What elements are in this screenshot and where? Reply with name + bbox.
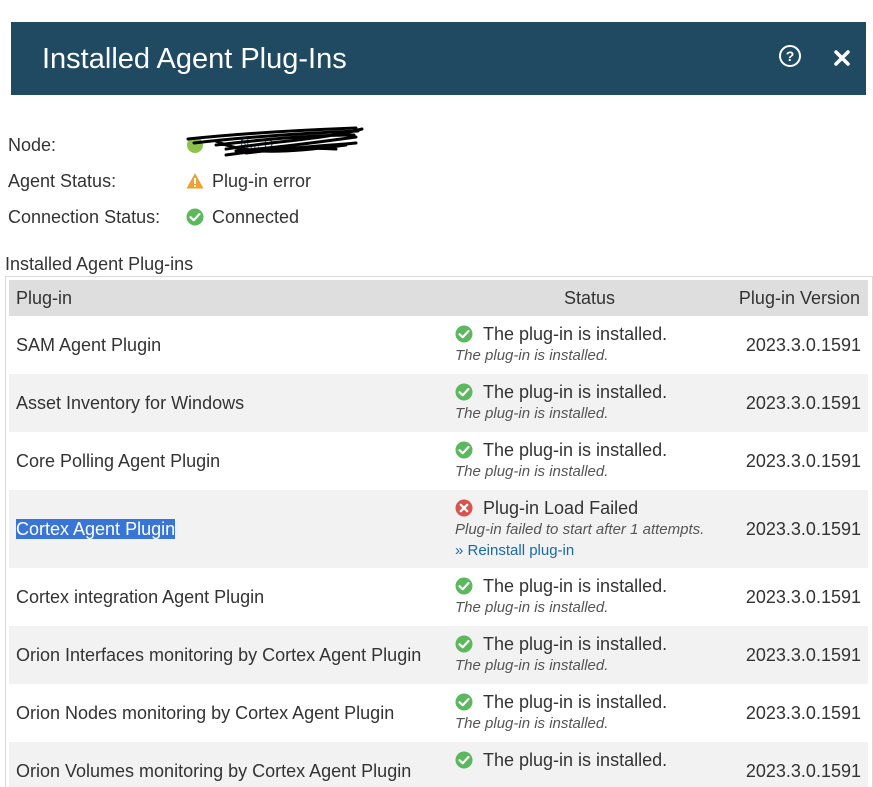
table-row[interactable]: Cortex Agent Plugin Plug-in Load Failed … [9,490,868,568]
plugin-version: 2023.3.0.1591 [745,645,861,665]
agent-status-text: Plug-in error [212,171,312,191]
check-circle-icon [455,751,473,769]
reinstall-plugin-link[interactable]: » Reinstall plug-in [455,540,704,562]
status-text: Plug-in Load Failed [483,497,639,518]
dialog-titlebar: Installed Agent Plug-Ins ? [11,22,866,95]
column-header-plugin[interactable]: Plug-in [16,280,72,316]
table-row[interactable]: SAM Agent Plugin The plug-in is installe… [9,316,868,374]
plugin-name: Orion Volumes monitoring by Cortex Agent… [16,761,412,781]
plugin-version: 2023.3.0.1591 [745,587,861,607]
dialog-title: Installed Agent Plug-Ins [42,43,347,75]
section-title: Installed Agent Plug-ins [5,254,194,274]
status-detail: The plug-in is installed. [455,599,609,616]
plugin-status: The plug-in is installed. The plug-in is… [455,380,667,424]
table-row[interactable]: Orion Nodes monitoring by Cortex Agent P… [9,684,868,742]
status-text: The plug-in is installed. [483,749,668,770]
status-text: The plug-in is installed. [483,439,668,460]
table-row[interactable]: Asset Inventory for Windows The plug-in … [9,374,868,432]
status-detail: The plug-in is installed. [455,463,609,480]
table-row[interactable]: Orion Interfaces monitoring by Cortex Ag… [9,626,868,684]
table-row[interactable]: Core Polling Agent Plugin The plug-in is… [9,432,868,490]
column-header-status[interactable]: Status [564,280,615,316]
plugin-status: The plug-in is installed. The plug-in is… [455,632,667,676]
plugins-grid: Plug-in Status Plug-in Version SAM Agent… [5,276,873,787]
agent-status-label: Agent Status: [8,171,117,191]
status-text: The plug-in is installed. [483,633,668,654]
agent-status-value: Plug-in error [186,169,311,193]
help-icon[interactable]: ? [778,44,802,68]
plugin-name: Orion Nodes monitoring by Cortex Agent P… [16,703,395,723]
plugin-status: The plug-in is installed. The plug-in is… [455,690,667,734]
plugin-name: Cortex integration Agent Plugin [16,587,265,607]
svg-text:?: ? [786,48,795,64]
check-circle-icon [455,441,473,459]
connection-status-text: Connected [212,207,300,227]
plugin-name: Orion Interfaces monitoring by Cortex Ag… [16,645,422,665]
check-circle-icon [455,693,473,711]
plugin-status: Plug-in Load Failed Plug-in failed to st… [455,496,704,562]
close-icon[interactable] [833,49,851,67]
redaction-scribble [186,126,364,157]
status-text: The plug-in is installed. [483,323,668,344]
warning-icon [186,173,204,189]
plugin-status: The plug-in is installed. [455,748,667,772]
plugin-name: Core Polling Agent Plugin [16,451,221,471]
plugin-name: Asset Inventory for Windows [16,393,245,413]
table-row[interactable]: Orion Volumes monitoring by Cortex Agent… [9,742,868,787]
error-circle-icon [455,499,473,517]
status-detail: The plug-in is installed. [455,715,609,732]
check-circle-icon [186,208,204,226]
plugin-version: 2023.3.0.1591 [745,393,861,413]
status-detail: The plug-in is installed. [455,405,609,422]
status-text: The plug-in is installed. [483,381,668,402]
check-circle-icon [455,325,473,343]
node-label: Node: [8,135,57,155]
plugin-status: The plug-in is installed. The plug-in is… [455,574,667,618]
plugin-version: 2023.3.0.1591 [745,703,861,723]
column-header-version[interactable]: Plug-in Version [739,280,860,316]
plugin-version: 2023.3.0.1591 [745,451,861,471]
connection-status-label: Connection Status: [8,207,161,227]
status-text: The plug-in is installed. [483,575,668,596]
plugin-version: 2023.3.0.1591 [745,761,861,781]
check-circle-icon [455,635,473,653]
check-circle-icon [455,383,473,401]
status-detail: The plug-in is installed. [455,347,609,364]
status-text: The plug-in is installed. [483,691,668,712]
check-circle-icon [455,577,473,595]
plugin-version: 2023.3.0.1591 [745,519,861,539]
status-detail: Plug-in failed to start after 1 attempts… [455,521,705,538]
plugin-status: The plug-in is installed. The plug-in is… [455,438,667,482]
plugin-name: Cortex Agent Plugin [16,519,176,540]
connection-status-value: Connected [186,205,299,229]
plugin-name: SAM Agent Plugin [16,335,162,355]
table-row[interactable]: Cortex integration Agent Plugin The plug… [9,568,868,626]
plugin-status: The plug-in is installed. The plug-in is… [455,322,667,366]
plugin-version: 2023.3.0.1591 [745,335,861,355]
status-detail: The plug-in is installed. [455,657,609,674]
grid-header: Plug-in Status Plug-in Version [9,280,868,316]
selected-plugin-name: Cortex Agent Plugin [16,519,176,539]
